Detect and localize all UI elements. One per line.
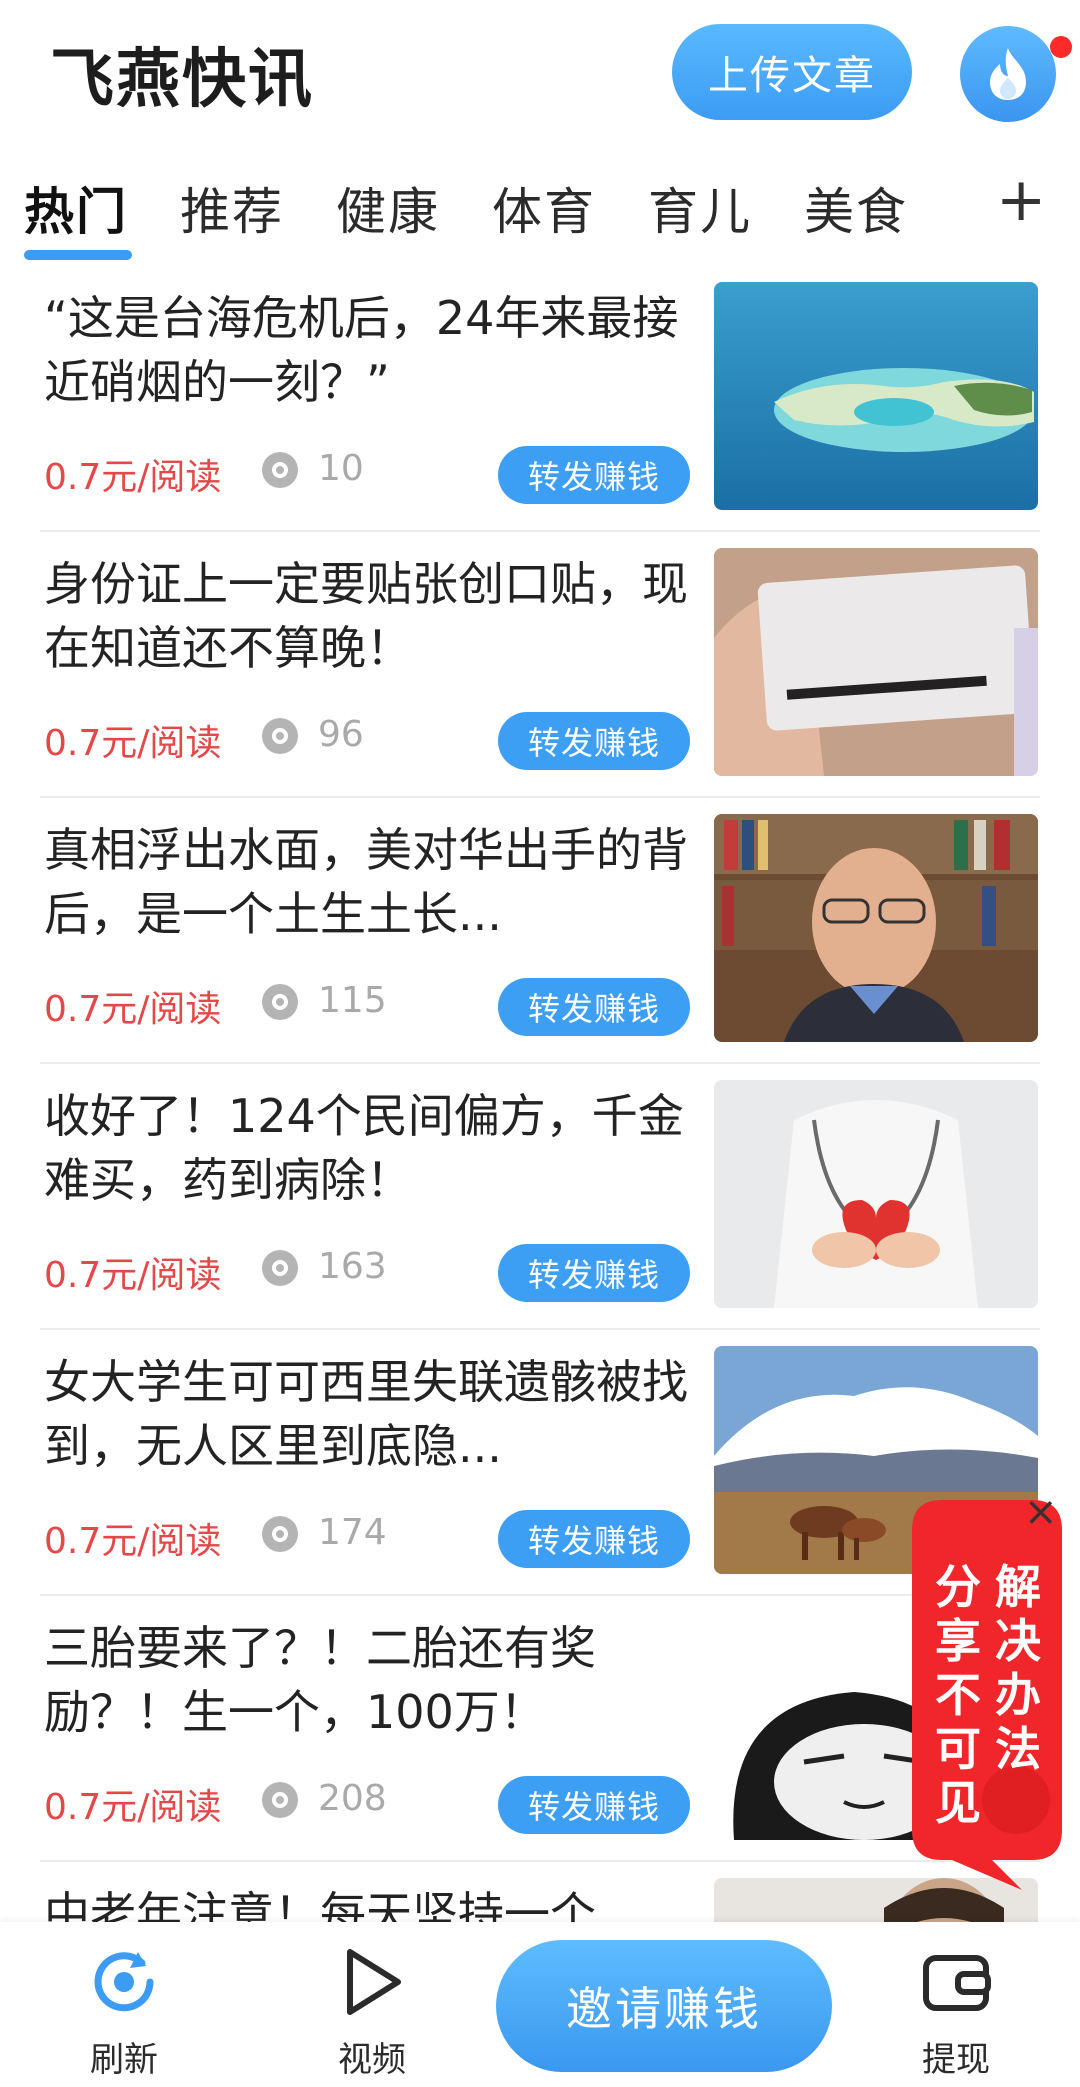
share-earn-button[interactable]: 转发赚钱 <box>498 712 690 770</box>
tab-hot[interactable]: 热门 <box>24 172 128 244</box>
tab-food[interactable]: 美食 <box>804 172 908 244</box>
app-title: 飞燕快讯 <box>50 43 314 117</box>
article-thumbnail[interactable] <box>714 814 1038 1042</box>
price-per-read: 0.7元/阅读 <box>44 457 222 498</box>
tab-health[interactable]: 健康 <box>336 172 440 244</box>
nav-video-label: 视频 <box>338 2040 406 2080</box>
flame-icon <box>990 48 1026 100</box>
bubble-text-share-invisible: 分享不可见 <box>935 1560 981 1830</box>
eye-icon <box>262 452 298 488</box>
nav-refresh-label: 刷新 <box>90 2040 158 2080</box>
share-earn-button[interactable]: 转发赚钱 <box>498 1510 690 1568</box>
tab-sports[interactable]: 体育 <box>492 172 596 244</box>
price-per-read: 0.7元/阅读 <box>44 723 222 764</box>
price-per-read: 0.7元/阅读 <box>44 1787 222 1828</box>
invite-earn-button[interactable]: 邀请赚钱 <box>496 1940 832 2072</box>
category-tabs: 热门 推荐 健康 体育 育儿 美食 + <box>0 160 1080 270</box>
nav-refresh[interactable]: 刷新 <box>64 1942 184 2081</box>
eye-icon <box>262 984 298 1020</box>
eye-icon <box>262 1782 298 1818</box>
tab-parenting[interactable]: 育儿 <box>648 172 752 244</box>
divider <box>40 1594 1040 1596</box>
divider <box>40 1328 1040 1330</box>
article-title[interactable]: 收好了！124个民间偏方，千金难买，药到病除！ <box>44 1084 694 1212</box>
article-item[interactable]: 收好了！124个民间偏方，千金难买，药到病除！ 0.7元/阅读 163 转发赚钱 <box>0 1070 1080 1336</box>
price-per-read: 0.7元/阅读 <box>44 1255 222 1296</box>
article-thumbnail[interactable] <box>714 282 1038 510</box>
nav-video[interactable]: 视频 <box>312 1942 432 2081</box>
view-count: 208 <box>318 1778 387 1819</box>
play-icon <box>347 1949 401 2015</box>
plus-icon[interactable]: + <box>996 170 1046 230</box>
wallet-icon <box>923 1955 991 2011</box>
eye-icon <box>262 1516 298 1552</box>
profile-avatar[interactable] <box>960 26 1056 122</box>
article-item[interactable]: “这是台海危机后，24年来最接近硝烟的一刻？” 0.7元/阅读 10 转发赚钱 <box>0 272 1080 538</box>
article-title[interactable]: “这是台海危机后，24年来最接近硝烟的一刻？” <box>44 286 694 414</box>
share-earn-button[interactable]: 转发赚钱 <box>498 1244 690 1302</box>
article-title[interactable]: 真相浮出水面，美对华出手的背后，是一个土生土长... <box>44 818 694 946</box>
view-count: 10 <box>318 448 364 489</box>
bubble-text-solution: 解决办法 <box>995 1560 1041 1776</box>
notification-dot <box>1050 36 1072 58</box>
article-title[interactable]: 中老年注意！每天坚持一个 <box>44 1882 694 1922</box>
price-per-read: 0.7元/阅读 <box>44 989 222 1030</box>
refresh-icon <box>94 1952 154 2012</box>
article-title[interactable]: 女大学生可可西里失联遗骸被找到，无人区里到底隐... <box>44 1350 694 1478</box>
eye-icon <box>262 1250 298 1286</box>
divider <box>40 1860 1040 1862</box>
share-earn-button[interactable]: 转发赚钱 <box>498 1776 690 1834</box>
article-thumbnail[interactable] <box>714 1080 1038 1308</box>
view-count: 96 <box>318 714 364 755</box>
article-item[interactable]: 身份证上一定要贴张创口贴，现在知道还不算晚！ 0.7元/阅读 96 转发赚钱 <box>0 538 1080 804</box>
close-icon[interactable]: × <box>1024 1492 1058 1532</box>
upload-article-button[interactable]: 上传文章 <box>672 24 912 120</box>
share-earn-button[interactable]: 转发赚钱 <box>498 978 690 1036</box>
tab-recommend[interactable]: 推荐 <box>180 172 284 244</box>
view-count: 163 <box>318 1246 387 1287</box>
active-tab-indicator <box>24 250 132 260</box>
divider <box>40 530 1040 532</box>
nav-withdraw-label: 提现 <box>922 2040 990 2080</box>
view-count: 174 <box>318 1512 387 1553</box>
article-thumbnail[interactable] <box>714 548 1038 776</box>
share-earn-button[interactable]: 转发赚钱 <box>498 446 690 504</box>
article-title[interactable]: 身份证上一定要贴张创口贴，现在知道还不算晚！ <box>44 552 694 680</box>
header: 飞燕快讯 上传文章 <box>0 0 1080 150</box>
nav-withdraw[interactable]: 提现 <box>896 1942 1016 2081</box>
divider <box>40 796 1040 798</box>
article-title[interactable]: 三胎要来了？！二胎还有奖励？！生一个，100万！ <box>44 1616 694 1744</box>
eye-icon <box>262 718 298 754</box>
price-per-read: 0.7元/阅读 <box>44 1521 222 1562</box>
bottom-navigation: 刷新 视频 邀请赚钱 提现 <box>0 1922 1080 2087</box>
view-count: 115 <box>318 980 387 1021</box>
divider <box>40 1062 1040 1064</box>
article-item[interactable]: 真相浮出水面，美对华出手的背后，是一个土生土长... 0.7元/阅读 115 转… <box>0 804 1080 1070</box>
